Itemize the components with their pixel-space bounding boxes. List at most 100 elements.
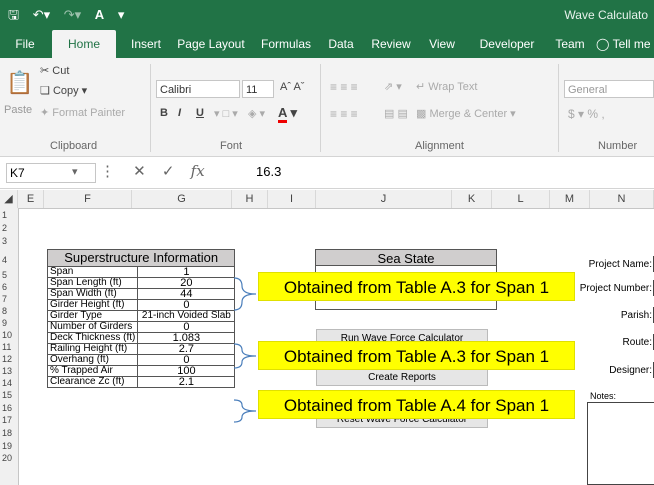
column-header[interactable]: H xyxy=(232,190,268,208)
row-header[interactable]: 10 xyxy=(0,329,18,341)
row-label[interactable]: Girder Height (ft) xyxy=(46,299,139,311)
row-header[interactable]: 11 xyxy=(0,341,18,353)
row-label[interactable]: Span xyxy=(46,266,139,278)
row-label[interactable]: Span Width (ft) xyxy=(46,288,139,300)
customize-icon[interactable]: ▾ xyxy=(118,7,125,22)
row-header[interactable]: 12 xyxy=(0,353,18,365)
row-header[interactable]: 20 xyxy=(0,452,18,464)
fill-color-icon[interactable]: ◈ ▾ xyxy=(248,107,265,120)
row-header[interactable]: 17 xyxy=(0,414,18,426)
insert-function-icon[interactable]: fx xyxy=(191,162,205,180)
tab-developer[interactable]: Developer xyxy=(468,30,546,58)
tab-view[interactable]: View xyxy=(422,30,462,58)
name-box-dropdown-icon[interactable]: ▾ xyxy=(72,165,78,178)
row-header[interactable]: 13 xyxy=(0,365,18,377)
number-format-combo[interactable]: General xyxy=(564,80,654,98)
indent-icon[interactable]: ▤ ▤ xyxy=(384,107,408,120)
row-label[interactable]: Overhang (ft) xyxy=(46,354,139,366)
row-value[interactable]: 2.7 xyxy=(137,343,236,355)
row-value[interactable]: 0 xyxy=(137,321,236,333)
borders-icon[interactable]: ▾ □ ▾ xyxy=(214,107,238,120)
row-label[interactable]: Deck Thickness (ft) xyxy=(46,332,139,344)
row-label[interactable]: Clearance Zc (ft) xyxy=(46,376,139,388)
row-value[interactable]: 20 xyxy=(137,277,236,289)
row-value[interactable]: 0 xyxy=(137,354,236,366)
align-left-icon[interactable]: ≡ ≡ ≡ xyxy=(330,107,358,121)
row-label[interactable]: Girder Type xyxy=(46,310,139,322)
row-header[interactable]: 19 xyxy=(0,440,18,452)
row-header[interactable]: 8 xyxy=(0,305,18,317)
column-header[interactable]: E xyxy=(18,190,44,208)
row-header[interactable]: 9 xyxy=(0,317,18,329)
underline-button[interactable]: U xyxy=(196,107,204,119)
row-header[interactable]: 7 xyxy=(0,293,18,305)
row-value[interactable]: 0 xyxy=(137,299,236,311)
name-box[interactable]: K7 xyxy=(6,163,96,183)
font-family-combo[interactable]: Calibri xyxy=(156,80,240,98)
row-label[interactable]: Span Length (ft) xyxy=(46,277,139,289)
notes-textarea[interactable] xyxy=(587,402,654,485)
row-label[interactable]: % Trapped Air xyxy=(46,365,139,377)
row-header[interactable]: 5 xyxy=(0,269,18,281)
orientation-icon[interactable]: ⇗ ▾ xyxy=(384,80,402,93)
tab-team[interactable]: Team xyxy=(548,30,592,58)
grow-font-icon[interactable]: Aˆ Aˇ xyxy=(280,81,304,93)
paste-label[interactable]: Paste xyxy=(4,104,32,116)
tab-formulas[interactable]: Formulas xyxy=(254,30,318,58)
wrap-text-button[interactable]: ↵ Wrap Text xyxy=(416,80,477,93)
paste-icon[interactable]: 📋 xyxy=(6,70,33,96)
redo-icon[interactable]: ↷▾ xyxy=(64,7,81,22)
row-value[interactable]: 21-inch Voided Slab xyxy=(137,310,236,322)
tab-file[interactable]: File xyxy=(6,30,44,58)
tab-insert[interactable]: Insert xyxy=(122,30,170,58)
row-header[interactable]: 6 xyxy=(0,281,18,293)
row-label[interactable]: Number of Girders xyxy=(46,321,139,333)
table-row: Girder Height (ft) 0 xyxy=(46,299,236,311)
font-color-icon[interactable]: A xyxy=(95,7,104,22)
row-header[interactable]: 1 xyxy=(0,209,18,221)
row-header[interactable]: 3 xyxy=(0,235,18,247)
row-value[interactable]: 1 xyxy=(137,266,236,278)
row-header[interactable]: 15 xyxy=(0,389,18,401)
row-value[interactable]: 44 xyxy=(137,288,236,300)
font-color-button[interactable]: A ▾ xyxy=(278,105,297,123)
column-header[interactable]: L xyxy=(492,190,550,208)
row-header[interactable]: 16 xyxy=(0,402,18,414)
column-header[interactable]: I xyxy=(268,190,316,208)
tab-data[interactable]: Data xyxy=(322,30,360,58)
column-header[interactable]: F xyxy=(44,190,132,208)
cancel-icon[interactable]: ✕ xyxy=(133,163,146,180)
undo-icon[interactable]: ↶▾ xyxy=(33,7,50,22)
tab-page-layout[interactable]: Page Layout xyxy=(172,30,250,58)
tab-tell-me[interactable]: ◯ Tell me xyxy=(596,30,654,58)
row-value[interactable]: 100 xyxy=(137,365,236,377)
format-painter-button[interactable]: ✦ Format Painter xyxy=(40,106,125,119)
column-headers: ◢ E F G H I J K L M N xyxy=(0,190,654,209)
save-icon[interactable]: 🖫 xyxy=(8,7,19,22)
column-header[interactable]: N xyxy=(590,190,654,208)
column-header[interactable]: M xyxy=(550,190,590,208)
number-format-buttons[interactable]: $ ▾ % , xyxy=(568,107,605,121)
cut-button[interactable]: ✂ Cut xyxy=(40,64,69,77)
select-all-corner[interactable]: ◢ xyxy=(0,190,18,208)
formula-input[interactable]: 16.3 xyxy=(256,164,281,179)
enter-icon[interactable]: ✓ xyxy=(162,163,175,180)
merge-center-button[interactable]: ▩ Merge & Center ▾ xyxy=(416,107,516,120)
column-header[interactable]: G xyxy=(132,190,232,208)
column-header[interactable]: K xyxy=(452,190,492,208)
row-header[interactable]: 4 xyxy=(0,254,18,266)
row-label[interactable]: Railing Height (ft) xyxy=(46,343,139,355)
font-size-combo[interactable]: 11 xyxy=(242,80,274,98)
bold-button[interactable]: B xyxy=(160,107,168,119)
row-header[interactable]: 2 xyxy=(0,222,18,234)
row-value[interactable]: 1.083 xyxy=(137,332,236,344)
row-header[interactable]: 18 xyxy=(0,427,18,439)
top-align-icon[interactable]: ≡ ≡ ≡ xyxy=(330,80,358,94)
tab-review[interactable]: Review xyxy=(364,30,418,58)
row-value[interactable]: 2.1 xyxy=(137,376,236,388)
copy-button[interactable]: ❏ Copy ▾ xyxy=(40,84,87,97)
tab-home[interactable]: Home xyxy=(52,30,116,58)
italic-button[interactable]: I xyxy=(178,107,181,119)
row-header[interactable]: 14 xyxy=(0,377,18,389)
column-header[interactable]: J xyxy=(316,190,452,208)
